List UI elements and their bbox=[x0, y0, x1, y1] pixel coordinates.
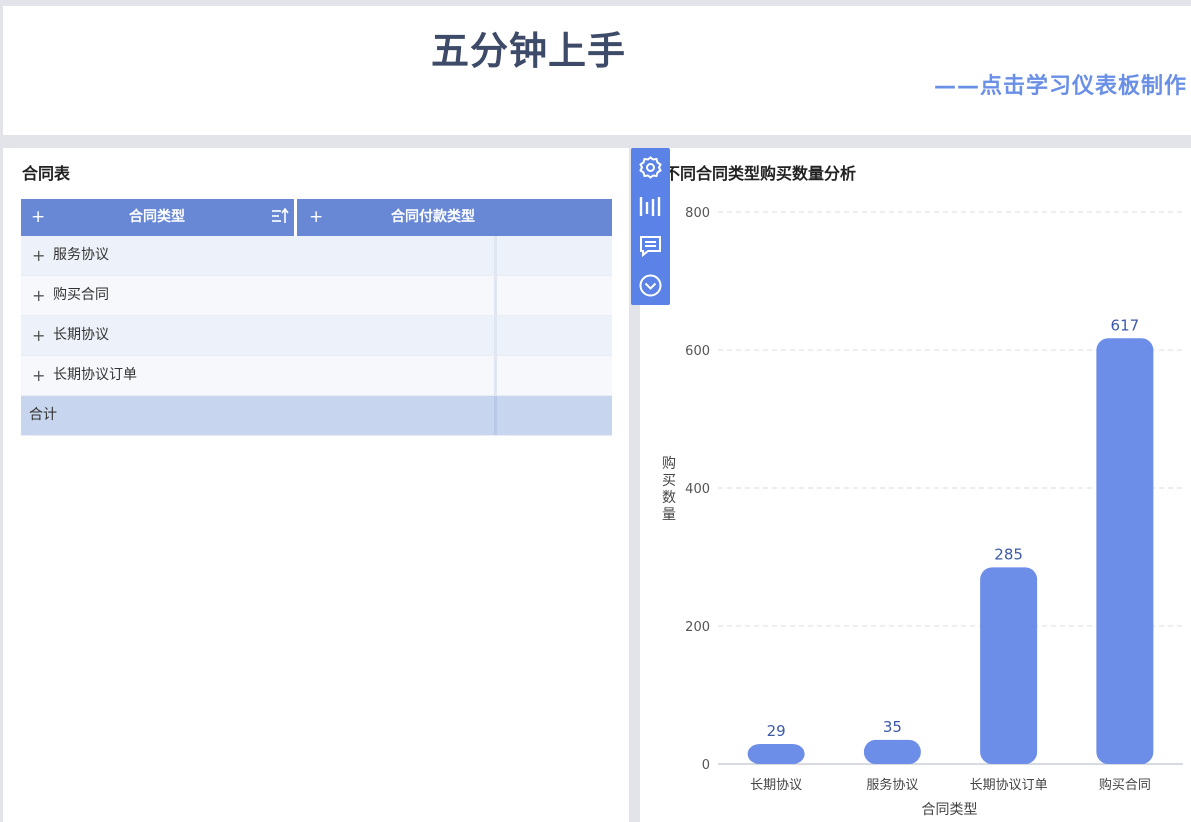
bar-chart: 0 200 400 600 800 29 长期协议 35 服务协议 285 长期协议订单 617 购买合… bbox=[662, 206, 1183, 818]
table-panel-title: 合同表 bbox=[22, 164, 71, 183]
y-tick-label: 200 bbox=[685, 620, 710, 635]
sort-icon[interactable] bbox=[271, 199, 289, 236]
table-row[interactable]: + 服务协议 bbox=[21, 236, 612, 276]
comment-icon[interactable] bbox=[638, 234, 663, 259]
x-tick-label: 购买合同 bbox=[1099, 777, 1151, 793]
dashboard-header: 五分钟上手 ——点击学习仪表板制作 bbox=[3, 6, 1191, 135]
settings-icon[interactable] bbox=[638, 155, 663, 180]
y-tick-label: 0 bbox=[702, 758, 710, 773]
x-tick-label: 长期协议 bbox=[750, 778, 802, 793]
chart-bar bbox=[863, 739, 921, 764]
chart-bar bbox=[747, 743, 805, 764]
total-label: 合计 bbox=[29, 407, 57, 423]
x-tick-label: 服务协议 bbox=[866, 777, 918, 793]
row-expand-icon[interactable]: + bbox=[32, 316, 45, 355]
row-label: 长期协议订单 bbox=[53, 367, 137, 383]
row-label: 购买合同 bbox=[53, 287, 109, 303]
table-row[interactable]: + 购买合同 bbox=[21, 276, 612, 316]
chart-bar bbox=[1096, 338, 1154, 764]
header-subtitle-link[interactable]: ——点击学习仪表板制作 bbox=[934, 68, 1187, 100]
chart-type-icon[interactable] bbox=[638, 194, 663, 219]
row-expand-icon[interactable]: + bbox=[32, 236, 45, 275]
row-expand-icon[interactable]: + bbox=[32, 276, 45, 315]
contract-table: + 合同类型 + 合同付款类型 + 服务协议 + 购买合同 + 长期协议 + 长… bbox=[21, 199, 612, 436]
x-axis-title: 合同类型 bbox=[922, 802, 978, 818]
y-tick-label: 400 bbox=[685, 482, 710, 497]
contract-table-panel: 合同表 + 合同类型 + 合同付款类型 + 服务协议 + 购买合同 + 长期协议… bbox=[3, 148, 629, 822]
row-label: 服务协议 bbox=[53, 247, 109, 263]
data-label: 35 bbox=[883, 718, 902, 736]
data-label: 617 bbox=[1111, 316, 1140, 334]
row-expand-icon[interactable]: + bbox=[32, 356, 45, 395]
header-title: 五分钟上手 bbox=[431, 29, 627, 73]
floating-toolbar bbox=[631, 148, 670, 305]
column-header-payment-type[interactable]: 合同付款类型 bbox=[391, 199, 475, 236]
table-row[interactable]: + 长期协议 bbox=[21, 316, 612, 356]
data-label: 285 bbox=[994, 545, 1023, 563]
collapse-icon[interactable] bbox=[638, 273, 663, 298]
y-tick-label: 800 bbox=[685, 206, 710, 221]
row-label: 长期协议 bbox=[53, 327, 109, 343]
table-row[interactable]: + 长期协议订单 bbox=[21, 356, 612, 396]
table-total-row: 合计 bbox=[21, 396, 612, 436]
x-tick-label: 长期协议订单 bbox=[970, 778, 1048, 793]
column-expand-button[interactable]: + bbox=[309, 199, 323, 236]
y-axis-title: 购买数量 bbox=[662, 456, 676, 523]
column-expand-button[interactable]: + bbox=[31, 199, 45, 236]
data-label: 29 bbox=[767, 722, 786, 740]
chart-bar bbox=[980, 567, 1038, 764]
table-header: + 合同类型 + 合同付款类型 bbox=[21, 199, 612, 236]
column-header-contract-type[interactable]: 合同类型 bbox=[129, 199, 185, 236]
y-tick-label: 600 bbox=[685, 344, 710, 359]
